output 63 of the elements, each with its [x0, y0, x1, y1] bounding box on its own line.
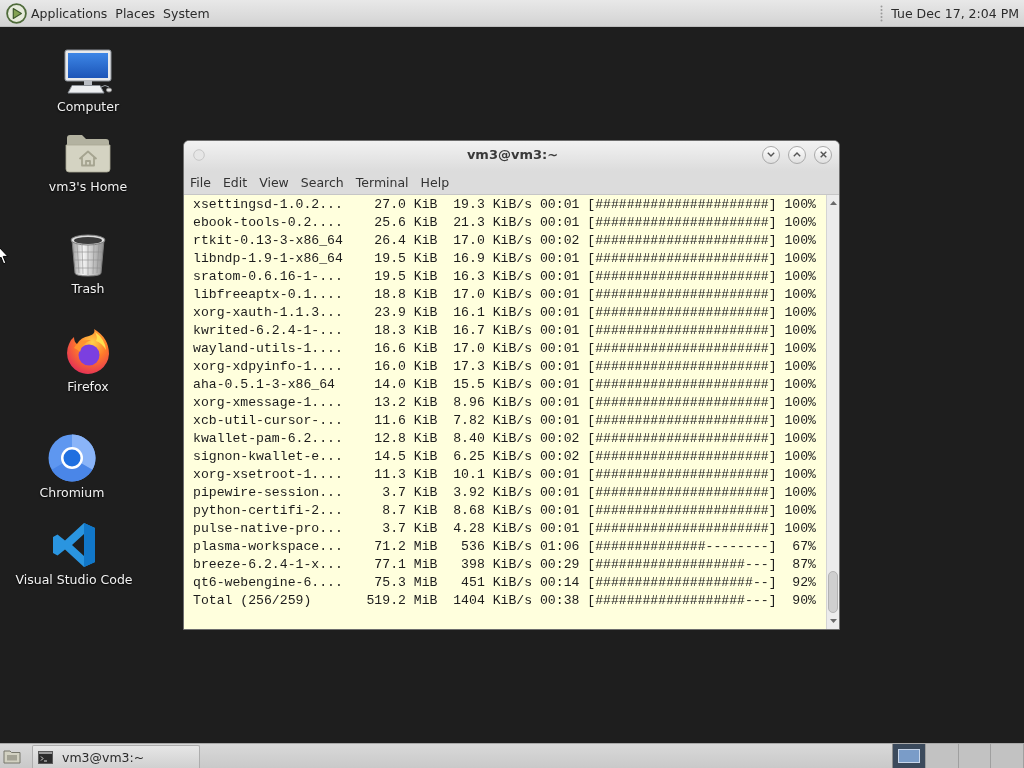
flame-globe-icon[interactable] — [65, 328, 111, 376]
terminal-line: libndp-1.9-1-x86_64 19.5 KiB 16.9 KiB/s 00:01 [######################] 100% — [193, 250, 817, 268]
window-title: vm3@vm3:~ — [466, 147, 559, 162]
terminal-icon — [38, 750, 53, 764]
terminal-line: xorg-xauth-1.1.3... 23.9 KiB 16.1 KiB/s 00:01 [######################] 100% — [193, 304, 817, 322]
chevron-down-icon — [767, 152, 775, 157]
ribbon-icon[interactable] — [52, 522, 96, 568]
terminal-line: xcb-util-cursor-... 11.6 KiB 7.82 KiB/s 00:01 [######################] 100% — [193, 412, 817, 430]
desktop-icon-label[interactable]: Computer — [56, 99, 120, 115]
arrow-down-icon[interactable] — [829, 619, 837, 623]
taskbar-button[interactable]: vm3@vm3:~ — [32, 745, 200, 768]
folder-icon — [3, 748, 21, 764]
drag-handle-icon — [880, 4, 884, 22]
panel-menu[interactable]: Applications — [27, 2, 112, 24]
terminal-line: Total (256/259) 519.2 MiB 1404 KiB/s 00:38 [###################---] 90% — [193, 592, 817, 610]
menu-item[interactable]: Edit — [216, 172, 254, 193]
terminal-line: ebook-tools-0.2.... 25.6 KiB 21.3 KiB/s 00:01 [######################] 100% — [193, 214, 817, 232]
terminal-line: sratom-0.6.16-1-... 19.5 KiB 16.3 KiB/s 00:01 [######################] 100% — [193, 268, 817, 286]
desktop-icon-label[interactable]: Chromium — [39, 485, 105, 501]
close-icon — [819, 151, 827, 158]
trash-can-icon[interactable] — [68, 231, 108, 277]
terminal-line: wayland-utils-1.... 16.6 KiB 17.0 KiB/s 00:01 [######################] 100% — [193, 340, 817, 358]
terminal-line: kwrited-6.2.4-1-... 18.3 KiB 16.7 KiB/s 00:01 [######################] 100% — [193, 322, 817, 340]
monitor-icon[interactable] — [63, 48, 113, 96]
terminal-line: xorg-xsetroot-1.... 11.3 KiB 10.1 KiB/s 00:01 [######################] 100% — [193, 466, 817, 484]
play-circle-icon[interactable] — [6, 2, 27, 24]
workspace-button[interactable] — [893, 744, 926, 768]
terminal-line: xorg-xdpyinfo-1.... 16.0 KiB 17.3 KiB/s 00:01 [######################] 100% — [193, 358, 817, 376]
mouse-pointer-icon — [0, 245, 9, 265]
terminal-line: rtkit-0.13-3-x86_64 26.4 KiB 17.0 KiB/s 00:02 [######################] 100% — [193, 232, 817, 250]
scrollbar-thumb[interactable] — [828, 571, 838, 613]
terminal-line: qt6-webengine-6.... 75.3 MiB 451 KiB/s 00:14 [####################--] 92% — [193, 574, 817, 592]
window-thumbnail — [897, 749, 920, 763]
close-button[interactable] — [814, 145, 832, 164]
chevron-up-icon — [793, 152, 801, 157]
scrollbar[interactable] — [826, 195, 839, 629]
desktop-icon-label[interactable]: Trash — [71, 281, 105, 297]
terminal-line: kwallet-pam-6.2.... 12.8 KiB 8.40 KiB/s 00:02 [######################] 100% — [193, 430, 817, 448]
menu-item[interactable]: Help — [414, 172, 456, 193]
arrow-up-icon[interactable] — [829, 201, 837, 205]
terminal-line: pipewire-session... 3.7 KiB 3.92 KiB/s 00:01 [######################] 100% — [193, 484, 817, 502]
terminal-line: plasma-workspace... 71.2 MiB 536 KiB/s 01:06 [##############--------] 67% — [193, 538, 817, 556]
desktop-icon-label[interactable]: Firefox — [67, 379, 109, 395]
minimize-button[interactable] — [762, 145, 780, 164]
terminal-line: xorg-xmessage-1.... 13.2 KiB 8.96 KiB/s 00:01 [######################] 100% — [193, 394, 817, 412]
terminal-line: breeze-6.2.4-1-x... 77.1 MiB 398 KiB/s 00:29 [###################---] 87% — [193, 556, 817, 574]
terminal-line: signon-kwallet-e... 14.5 KiB 6.25 KiB/s 00:02 [######################] 100% — [193, 448, 817, 466]
panel-menu[interactable]: Places — [111, 2, 160, 24]
terminal-line: xsettingsd-1.0.2... 27.0 KiB 19.3 KiB/s 00:01 [######################] 100% — [193, 196, 817, 214]
maximize-button[interactable] — [788, 145, 806, 164]
terminal-line: libfreeaptx-0.1.... 18.8 KiB 17.0 KiB/s 00:01 [######################] 100% — [193, 286, 817, 304]
menu-item[interactable]: Terminal — [349, 172, 415, 193]
menu-item[interactable]: File — [184, 172, 217, 193]
menu-item[interactable]: Search — [294, 172, 350, 193]
ring-circle-icon[interactable] — [48, 434, 96, 482]
clock[interactable]: Tue Dec 17, 2:04 PM — [887, 2, 1023, 24]
terminal-line: aha-0.5.1-3-x86_64 14.0 KiB 15.5 KiB/s 00:01 [######################] 100% — [193, 376, 817, 394]
desktop-icon-label[interactable]: Visual Studio Code — [15, 572, 133, 588]
menu-item[interactable]: View — [253, 172, 295, 193]
panel-menu[interactable]: System — [159, 2, 214, 24]
terminal-line: pulse-native-pro... 3.7 KiB 4.28 KiB/s 00:01 [######################] 100% — [193, 520, 817, 538]
desktop-icon-label[interactable]: vm3's Home — [48, 179, 128, 195]
terminal-line: python-certifi-2... 8.7 KiB 8.68 KiB/s 00:01 [######################] 100% — [193, 502, 817, 520]
